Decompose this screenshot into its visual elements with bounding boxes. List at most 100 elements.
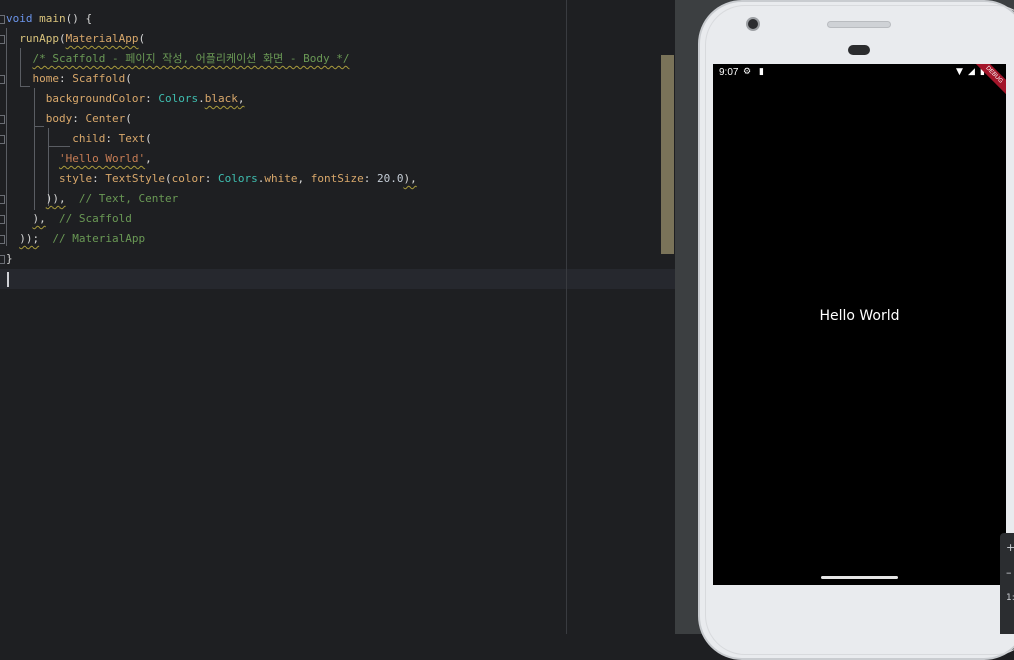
- code-token: runApp: [19, 32, 59, 45]
- code-line[interactable]: child: Text(: [6, 129, 152, 149]
- code-token: :: [105, 132, 119, 145]
- code-token: (: [59, 32, 66, 45]
- code-token: Scaffold: [72, 72, 126, 85]
- code-token: // Scaffold: [59, 212, 132, 225]
- sd-card-icon: ▮: [759, 67, 764, 77]
- settings-icon: ⚙: [743, 67, 752, 77]
- wifi-icon: ▼: [956, 67, 963, 77]
- code-token: child: [72, 132, 106, 145]
- code-editor[interactable]: void main() { runApp(MaterialApp( /* Sca…: [0, 0, 675, 634]
- code-token: }: [6, 252, 13, 265]
- code-token: Colors: [158, 92, 199, 105]
- code-token: // MaterialApp: [52, 232, 146, 245]
- hello-world-text: Hello World: [819, 308, 900, 324]
- code-token: )),: [45, 192, 66, 205]
- code-token: (: [125, 112, 132, 125]
- code-token: white: [264, 172, 298, 185]
- code-token: MaterialApp: [65, 32, 139, 45]
- code-line[interactable]: }: [6, 249, 13, 269]
- code-line[interactable]: )), // Text, Center: [6, 189, 178, 209]
- fold-marker[interactable]: [0, 195, 5, 204]
- code-line[interactable]: void main() {: [6, 9, 92, 29]
- code-token: ,: [237, 92, 245, 105]
- fold-marker[interactable]: [0, 255, 5, 264]
- text-caret: [7, 272, 9, 287]
- code-token: style: [58, 172, 93, 185]
- code-token: color: [171, 172, 205, 185]
- code-token: ),: [32, 212, 46, 225]
- code-line[interactable]: backgroundColor: Colors.black,: [6, 89, 245, 109]
- code-token: :: [72, 112, 86, 125]
- device-screen[interactable]: 9:07 ⚙ ▮ ▼ ◢ ▮ DEBUG Hello World: [713, 64, 1006, 585]
- code-token: 'Hello World': [58, 152, 146, 165]
- code-token: :: [204, 172, 218, 185]
- fold-marker[interactable]: [0, 135, 5, 144]
- earpiece-sensor: [848, 45, 870, 55]
- home-indicator[interactable]: [821, 576, 898, 579]
- editor-scrollbar-thumb[interactable]: [661, 55, 674, 254]
- fold-marker[interactable]: [0, 235, 5, 244]
- code-token: TextStyle: [105, 172, 165, 185]
- fold-marker[interactable]: [0, 215, 5, 224]
- code-line[interactable]: home: Scaffold(: [6, 69, 132, 89]
- code-token: :: [59, 72, 73, 85]
- fold-marker[interactable]: [0, 35, 5, 44]
- code-token: backgroundColor: [45, 92, 146, 105]
- fold-marker[interactable]: [0, 15, 5, 24]
- code-token: Colors: [217, 172, 258, 185]
- code-line[interactable]: style: TextStyle(color: Colors.white, fo…: [6, 169, 417, 189]
- zoom-in-button[interactable]: +: [1006, 541, 1014, 554]
- code-token: (: [125, 72, 132, 85]
- code-token: ,: [145, 152, 152, 165]
- zoom-out-button[interactable]: –: [1006, 566, 1012, 579]
- code-token: :: [92, 172, 106, 185]
- code-line[interactable]: ), // Scaffold: [6, 209, 132, 229]
- code-token: body: [45, 112, 73, 125]
- code-line[interactable]: /* Scaffold - 페이지 작성, 어플리케이션 화면 - Body *…: [6, 49, 350, 69]
- code-token: Text: [118, 132, 146, 145]
- status-time: 9:07: [719, 67, 739, 78]
- code-token: (: [164, 172, 172, 185]
- fold-marker[interactable]: [0, 75, 5, 84]
- code-line[interactable]: 'Hello World',: [6, 149, 152, 169]
- right-margin-guide: [566, 0, 567, 634]
- code-token: home: [32, 72, 60, 85]
- code-token: Center: [85, 112, 126, 125]
- signal-icon: ◢: [968, 67, 975, 77]
- speaker-grille: [827, 21, 891, 28]
- code-token: .: [198, 92, 205, 105]
- code-token: :: [363, 172, 377, 185]
- code-token: void: [6, 12, 33, 25]
- code-token: ));: [19, 232, 40, 245]
- code-token: fontSize: [310, 172, 364, 185]
- code-token: :: [145, 92, 159, 105]
- code-token: /* Scaffold - 페이지 작성, 어플리케이션 화면 - Body *…: [32, 52, 350, 65]
- code-line[interactable]: )); // MaterialApp: [6, 229, 145, 249]
- code-token: main: [39, 12, 66, 25]
- code-token: (: [145, 132, 152, 145]
- code-line[interactable]: body: Center(: [6, 109, 132, 129]
- code-token: 20.0: [376, 172, 404, 185]
- front-camera-icon: [746, 17, 760, 31]
- fold-marker[interactable]: [0, 115, 5, 124]
- code-line[interactable]: runApp(MaterialApp(: [6, 29, 145, 49]
- code-token: black: [204, 92, 238, 105]
- code-token: // Text, Center: [78, 192, 179, 205]
- code-token: () {: [65, 12, 93, 25]
- zoom-ratio-button[interactable]: 1:: [1006, 593, 1014, 603]
- code-token: ,: [297, 172, 311, 185]
- current-line-highlight: [0, 269, 675, 289]
- code-token: ),: [403, 172, 417, 185]
